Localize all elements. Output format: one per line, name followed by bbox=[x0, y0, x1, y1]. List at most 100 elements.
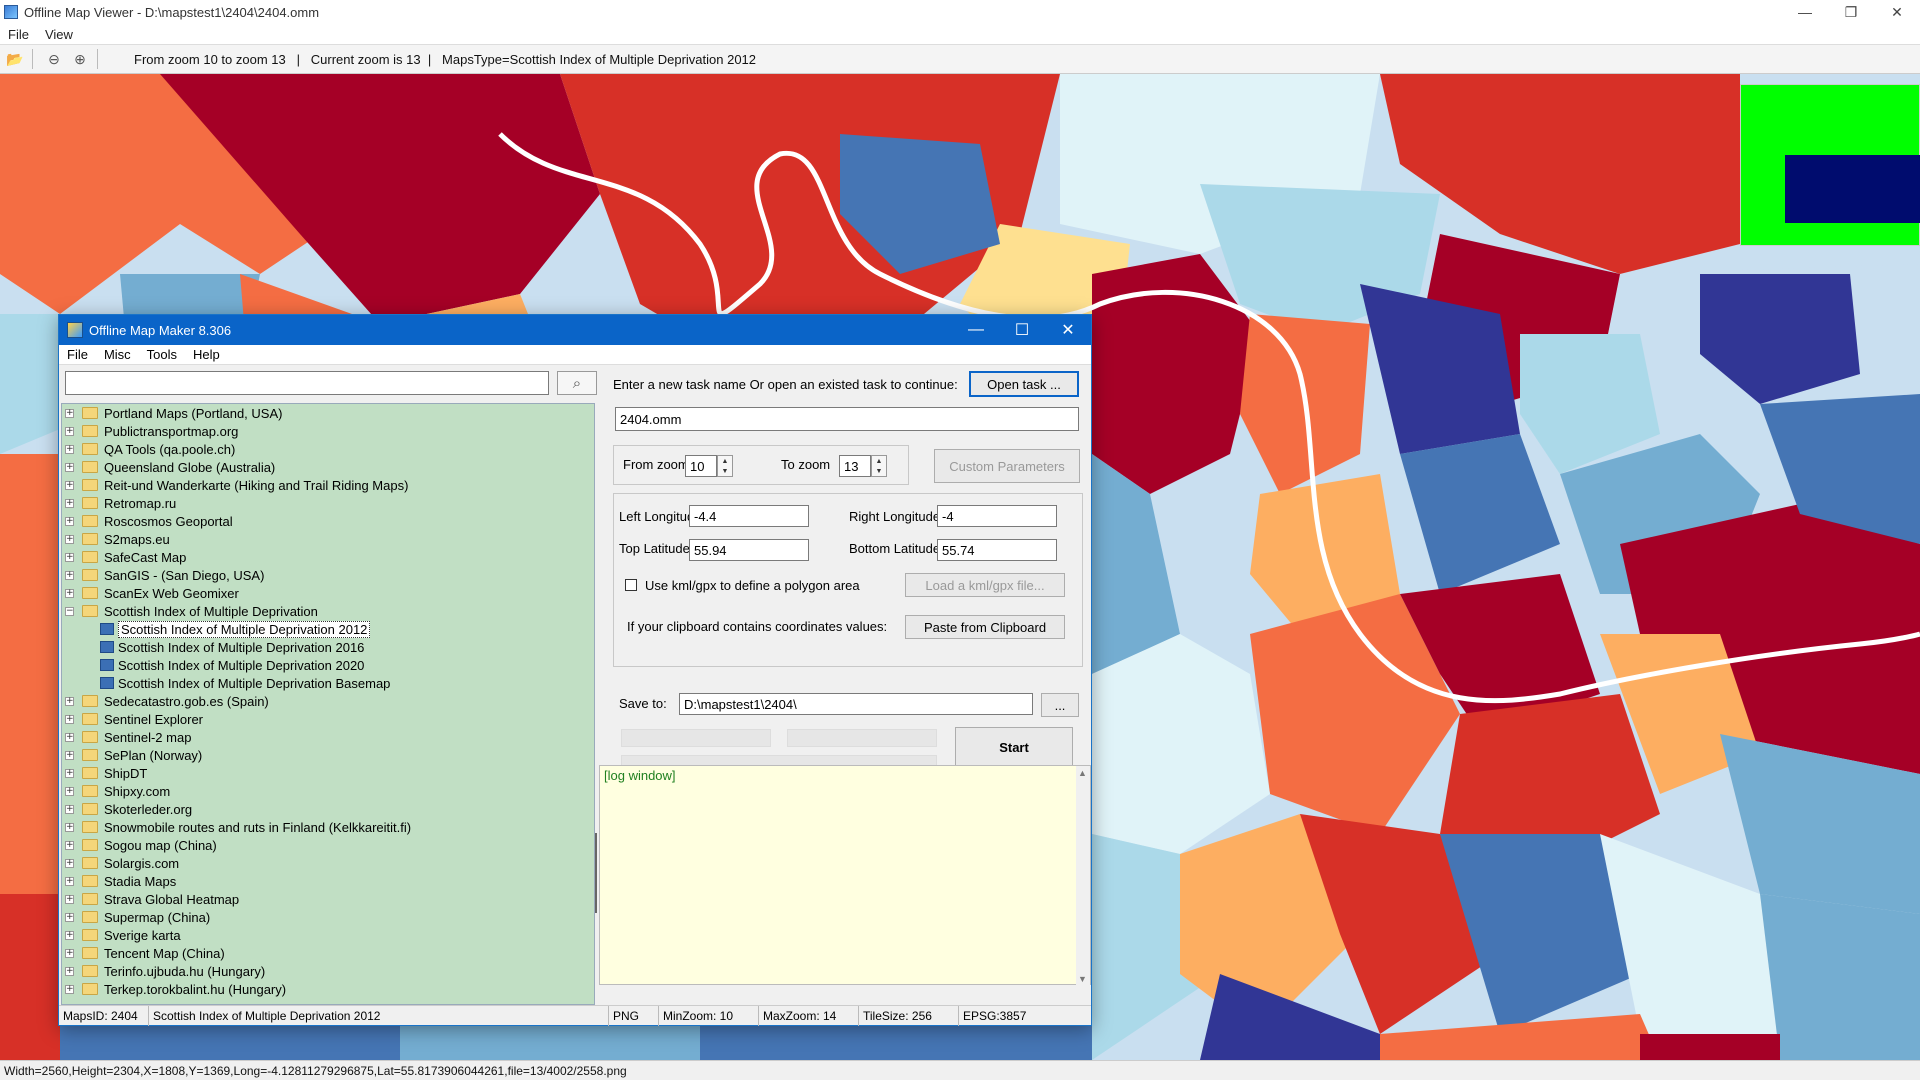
tree-folder-item[interactable]: + Sentinel Explorer bbox=[62, 710, 594, 728]
expand-icon[interactable]: + bbox=[65, 534, 74, 544]
tree-folder-item[interactable]: + SafeCast Map bbox=[62, 548, 594, 566]
expand-icon[interactable]: + bbox=[65, 570, 74, 580]
tree-folder-item[interactable]: + Solargis.com bbox=[62, 854, 594, 872]
tree-folder-item[interactable]: + Terkep.torokbalint.hu (Hungary) bbox=[62, 980, 594, 998]
tree-folder-item[interactable]: + SanGIS - (San Diego, USA) bbox=[62, 566, 594, 584]
custom-parameters-button[interactable]: Custom Parameters bbox=[934, 449, 1080, 483]
kml-polygon-checkbox[interactable] bbox=[625, 579, 637, 591]
tree-folder-item[interactable]: + Portland Maps (Portland, USA) bbox=[62, 404, 594, 422]
expand-icon[interactable]: + bbox=[65, 822, 74, 832]
tree-folder-item[interactable]: + Roscosmos Geoportal bbox=[62, 512, 594, 530]
tree-folder-item[interactable]: + ShipDT bbox=[62, 764, 594, 782]
stepper-down-icon[interactable]: ▼ bbox=[876, 468, 883, 475]
expand-icon[interactable]: + bbox=[65, 426, 74, 436]
tree-scrollbar-thumb[interactable] bbox=[595, 833, 597, 913]
paste-clipboard-button[interactable]: Paste from Clipboard bbox=[905, 615, 1065, 639]
expand-icon[interactable]: + bbox=[65, 480, 74, 490]
maker-maximize-button[interactable]: ☐ bbox=[999, 315, 1045, 345]
right-longitude-input[interactable] bbox=[937, 505, 1057, 527]
maximize-button[interactable]: ❐ bbox=[1828, 0, 1874, 24]
log-window[interactable]: [log window] ▲ ▼ bbox=[599, 765, 1091, 986]
tree-folder-item[interactable]: + Terinfo.ujbuda.hu (Hungary) bbox=[62, 962, 594, 980]
expand-icon[interactable]: + bbox=[65, 894, 74, 904]
open-folder-icon[interactable]: 📂 bbox=[4, 48, 26, 70]
search-button[interactable]: ⌕ bbox=[557, 371, 597, 395]
maker-menu-misc[interactable]: Misc bbox=[96, 347, 139, 362]
expand-icon[interactable]: + bbox=[65, 732, 74, 742]
stepper-down-icon[interactable]: ▼ bbox=[722, 468, 729, 475]
task-name-input[interactable] bbox=[615, 407, 1079, 431]
expand-icon[interactable]: + bbox=[65, 840, 74, 850]
close-button[interactable]: ✕ bbox=[1874, 0, 1920, 24]
tree-folder-item[interactable]: + QA Tools (qa.poole.ch) bbox=[62, 440, 594, 458]
maker-close-button[interactable]: ✕ bbox=[1045, 315, 1091, 345]
maker-menu-tools[interactable]: Tools bbox=[139, 347, 185, 362]
browse-button[interactable]: ... bbox=[1041, 693, 1079, 717]
expand-icon[interactable]: + bbox=[65, 912, 74, 922]
maker-menu-help[interactable]: Help bbox=[185, 347, 228, 362]
tree-folder-item[interactable]: + Sogou map (China) bbox=[62, 836, 594, 854]
tree-folder-item[interactable]: + Queensland Globe (Australia) bbox=[62, 458, 594, 476]
left-longitude-input[interactable] bbox=[689, 505, 809, 527]
tree-folder-item[interactable]: + Sentinel-2 map bbox=[62, 728, 594, 746]
from-zoom-input[interactable] bbox=[685, 455, 717, 477]
tree-folder-item[interactable]: + Retromap.ru bbox=[62, 494, 594, 512]
expand-icon[interactable]: + bbox=[65, 462, 74, 472]
expand-icon[interactable]: + bbox=[65, 714, 74, 724]
expand-icon[interactable]: + bbox=[65, 516, 74, 526]
stepper-up-icon[interactable]: ▲ bbox=[722, 458, 729, 465]
stepper-up-icon[interactable]: ▲ bbox=[876, 458, 883, 465]
tree-folder-item[interactable]: + Skoterleder.org bbox=[62, 800, 594, 818]
tree-folder-item[interactable]: + Tencent Map (China) bbox=[62, 944, 594, 962]
maker-minimize-button[interactable]: — bbox=[953, 315, 999, 345]
expand-icon[interactable]: + bbox=[65, 588, 74, 598]
menu-view[interactable]: View bbox=[37, 27, 81, 42]
expand-icon[interactable]: + bbox=[65, 408, 74, 418]
expand-icon[interactable]: + bbox=[65, 768, 74, 778]
tree-folder-item[interactable]: + Strava Global Heatmap bbox=[62, 890, 594, 908]
tree-folder-item[interactable]: + Publictransportmap.org bbox=[62, 422, 594, 440]
expand-icon[interactable]: + bbox=[65, 696, 74, 706]
maker-menu-file[interactable]: File bbox=[59, 347, 96, 362]
minimap-viewport[interactable] bbox=[1785, 155, 1920, 223]
zoom-out-icon[interactable]: ⊖ bbox=[43, 48, 65, 70]
tree-folder-item[interactable]: + S2maps.eu bbox=[62, 530, 594, 548]
expand-icon[interactable]: + bbox=[65, 966, 74, 976]
expand-icon[interactable]: + bbox=[65, 948, 74, 958]
zoom-in-icon[interactable]: ⊕ bbox=[69, 48, 91, 70]
to-zoom-input[interactable] bbox=[839, 455, 871, 477]
bottom-latitude-input[interactable] bbox=[937, 539, 1057, 561]
tree-folder-item[interactable]: + Supermap (China) bbox=[62, 908, 594, 926]
expand-icon[interactable]: + bbox=[65, 786, 74, 796]
expand-icon[interactable]: + bbox=[65, 858, 74, 868]
expand-icon[interactable]: + bbox=[65, 498, 74, 508]
map-search-input[interactable] bbox=[65, 371, 549, 395]
expand-icon[interactable]: + bbox=[65, 444, 74, 454]
tree-map-item[interactable]: Scottish Index of Multiple Deprivation 2… bbox=[62, 656, 594, 674]
tree-folder-item[interactable]: + Snowmobile routes and ruts in Finland (… bbox=[62, 818, 594, 836]
save-path-input[interactable] bbox=[679, 693, 1033, 715]
tree-folder-item[interactable]: + ScanEx Web Geomixer bbox=[62, 584, 594, 602]
tree-map-item[interactable]: Scottish Index of Multiple Deprivation 2… bbox=[62, 620, 594, 638]
expand-icon[interactable]: + bbox=[65, 876, 74, 886]
open-task-button[interactable]: Open task ... bbox=[969, 371, 1079, 397]
expand-icon[interactable]: + bbox=[65, 552, 74, 562]
tree-folder-item[interactable]: + Shipxy.com bbox=[62, 782, 594, 800]
to-zoom-stepper[interactable]: ▲ ▼ bbox=[871, 455, 887, 477]
expand-icon[interactable]: + bbox=[65, 750, 74, 760]
from-zoom-stepper[interactable]: ▲ ▼ bbox=[717, 455, 733, 477]
tree-folder-item[interactable]: + Stadia Maps bbox=[62, 872, 594, 890]
tree-folder-item[interactable]: − Scottish Index of Multiple Deprivation bbox=[62, 602, 594, 620]
tree-map-item[interactable]: Scottish Index of Multiple Deprivation 2… bbox=[62, 638, 594, 656]
expand-icon[interactable]: + bbox=[65, 930, 74, 940]
tree-folder-item[interactable]: + SePlan (Norway) bbox=[62, 746, 594, 764]
map-source-tree[interactable]: + Portland Maps (Portland, USA) + Publictra… bbox=[61, 403, 595, 1005]
tree-folder-item[interactable]: + Sedecatastro.gob.es (Spain) bbox=[62, 692, 594, 710]
log-scrollbar[interactable]: ▲ ▼ bbox=[1076, 766, 1090, 986]
collapse-icon[interactable]: − bbox=[65, 606, 74, 616]
tree-map-item[interactable]: Scottish Index of Multiple Deprivation B… bbox=[62, 674, 594, 692]
scroll-down-icon[interactable]: ▼ bbox=[1078, 974, 1087, 984]
top-latitude-input[interactable] bbox=[689, 539, 809, 561]
expand-icon[interactable]: + bbox=[65, 804, 74, 814]
load-kml-button[interactable]: Load a kml/gpx file... bbox=[905, 573, 1065, 597]
